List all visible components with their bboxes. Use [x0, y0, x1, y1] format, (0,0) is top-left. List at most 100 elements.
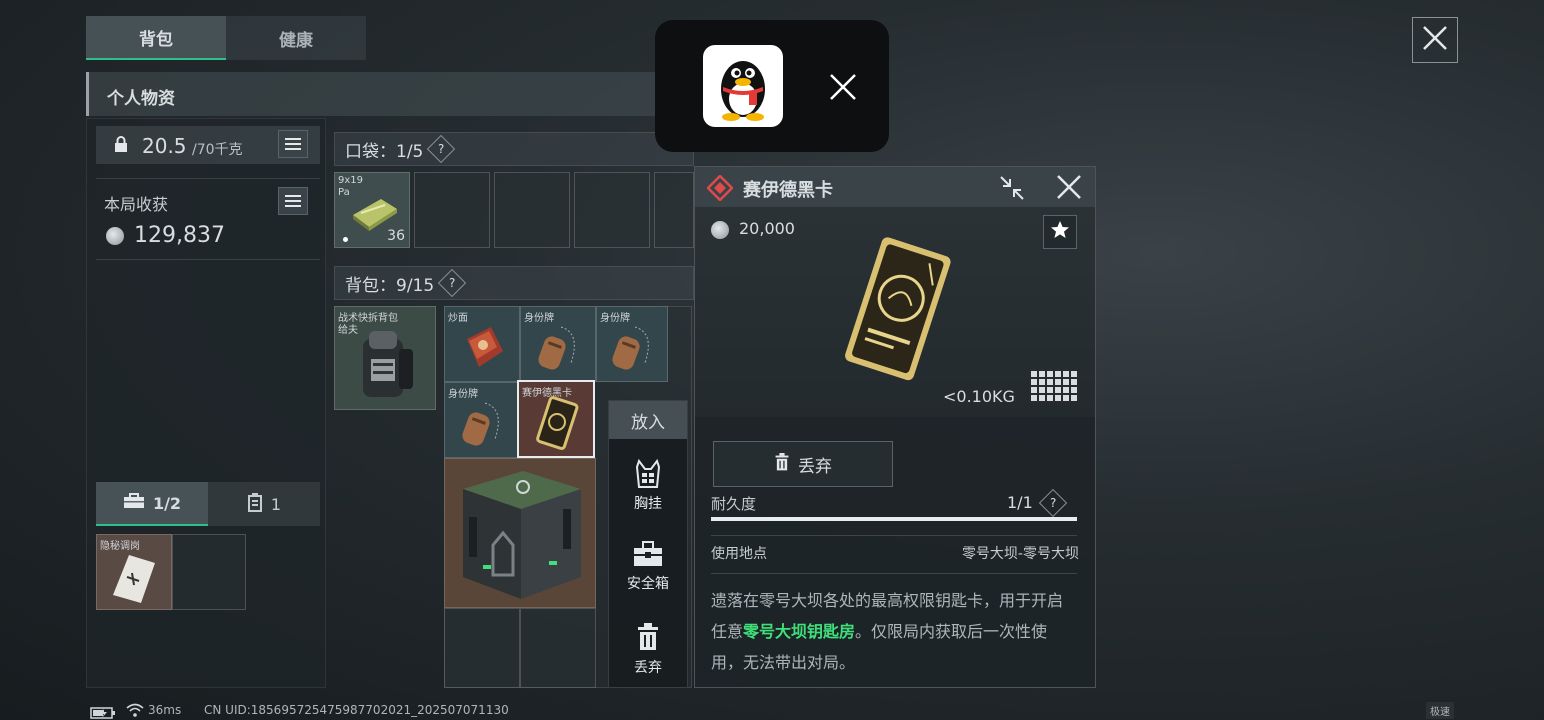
detail-title: 赛伊德黑卡	[743, 180, 833, 201]
detail-coin-icon	[711, 221, 729, 239]
pocket-item-label-1: 9x19	[338, 175, 364, 186]
share-popup	[655, 20, 889, 152]
detail-discard-button[interactable]: 丢弃	[713, 441, 893, 487]
durability-bar-fill	[711, 517, 1077, 521]
durability-help-label: ?	[1049, 496, 1057, 510]
pocket-slot-5[interactable]	[654, 172, 694, 248]
pocket-slot-3[interactable]	[494, 172, 570, 248]
item-dog-tag-2-label: 身份牌	[600, 313, 630, 324]
context-option-vest-label: 胸挂	[634, 496, 662, 512]
safebox-item-label: 隐秘调岗	[100, 541, 140, 552]
trash-icon	[774, 453, 790, 475]
pocket-help-button[interactable]: ?	[427, 134, 456, 164]
detail-preview: 20,000 <0.10KG	[695, 207, 1095, 417]
detail-divider-1	[711, 535, 1077, 536]
item-dog-tag-1[interactable]: 身份牌	[520, 306, 596, 382]
harvest-block: 本局收获 129,837	[96, 178, 320, 260]
backpack-label: 背包：9/15	[345, 275, 435, 296]
collapse-icon[interactable]	[999, 175, 1025, 205]
weight-current: 20.5	[142, 134, 187, 158]
tab-backpack[interactable]: 背包	[86, 16, 226, 60]
safebox-tab-canister-label: 1	[270, 494, 282, 514]
briefcase-icon	[123, 493, 145, 513]
dog-tag-icon	[605, 323, 661, 377]
coin-icon	[106, 227, 124, 245]
safebox-tab-bar: 1/2 1	[96, 482, 320, 526]
pocket-slot-2[interactable]	[414, 172, 490, 248]
detail-divider-2	[711, 573, 1077, 574]
detail-discard-label: 丢弃	[798, 456, 832, 477]
item-black-card-selected[interactable]: 赛伊德黑卡	[517, 380, 595, 458]
durability-label: 耐久度	[711, 495, 757, 513]
detail-close-icon[interactable]	[1055, 173, 1083, 205]
context-option-discard[interactable]: 丢弃	[609, 623, 687, 677]
pocket-header: 口袋：1/5 ?	[334, 132, 694, 166]
close-icon	[1422, 25, 1448, 55]
durability-value: 1/1	[1007, 493, 1033, 512]
safebox-tab-canister[interactable]: 1	[208, 482, 320, 526]
tab-backpack-label: 背包	[139, 29, 173, 50]
pocket-item-count: 36	[387, 228, 405, 244]
backpack-equipped-slot[interactable]: 战术快拆背包 给夫	[334, 306, 436, 410]
rarity-diamond-icon	[706, 174, 734, 205]
harvest-label: 本局收获	[104, 195, 169, 214]
description-highlight[interactable]: 零号大坝钥匙房	[743, 622, 855, 641]
canister-icon	[247, 492, 263, 516]
item-supply-crate[interactable]	[444, 458, 596, 608]
item-dog-tag-2[interactable]: 身份牌	[596, 306, 668, 382]
size-grid-icon	[1031, 371, 1077, 407]
detail-price: 20,000	[739, 219, 795, 238]
status-bar: 36ms CN UID:185695725475987702021_202507…	[0, 700, 1544, 720]
backpack-header: 背包：9/15 ?	[334, 266, 694, 300]
vest-icon	[635, 458, 661, 493]
tab-health-label: 健康	[279, 30, 313, 51]
backpack-empty-slot-1[interactable]	[444, 608, 520, 688]
document-icon	[111, 553, 157, 609]
pocket-slot-ammo[interactable]: 9x19 Pa 36	[334, 172, 410, 248]
weight-list-button[interactable]	[278, 130, 308, 158]
durability-help-button[interactable]: ?	[1038, 488, 1068, 518]
uid-text: CN UID:185695725475987702021_20250707113…	[204, 703, 509, 717]
dog-tag-icon	[531, 323, 587, 377]
context-menu-header: 放入	[609, 401, 687, 439]
pocket-slot-4[interactable]	[574, 172, 650, 248]
share-close-icon[interactable]	[829, 73, 857, 105]
harvest-list-button[interactable]	[278, 187, 308, 215]
pocket-help-label: ?	[438, 142, 445, 156]
favorite-star-button[interactable]	[1043, 215, 1077, 249]
item-fried-noodles[interactable]: 炒面	[444, 306, 520, 382]
tab-health[interactable]: 健康	[226, 16, 366, 60]
item-dog-tag-3-label: 身份牌	[448, 389, 478, 400]
backpack-empty-slot-2[interactable]	[520, 608, 596, 688]
backpack-help-label: ?	[449, 276, 456, 290]
battery-icon	[90, 704, 116, 720]
backpack-help-button[interactable]: ?	[438, 268, 467, 298]
item-dog-tag-1-label: 身份牌	[524, 313, 554, 324]
star-icon	[1050, 220, 1070, 244]
context-menu: 放入 胸挂 安全箱 丢弃	[608, 400, 688, 688]
backpack-icon	[349, 325, 425, 409]
crate-icon	[453, 465, 589, 609]
safebox-tab-briefcase[interactable]: 1/2	[96, 482, 208, 526]
item-detail-panel: 赛伊德黑卡 20,000 <0.10KG 丢弃 耐久度 1/1 ? 使用地点 零…	[694, 166, 1096, 688]
close-button[interactable]	[1412, 17, 1458, 63]
ping-value: 36ms	[148, 703, 182, 717]
dog-tag-icon	[455, 399, 511, 453]
pocket-item-label-2: Pa	[338, 187, 350, 198]
safebox-item-slot[interactable]: 隐秘调岗	[96, 534, 172, 610]
durability-bar-track	[711, 517, 1077, 521]
speed-badge: 极速	[1426, 702, 1454, 719]
weight-row: 20.5 /70千克	[96, 126, 320, 164]
qq-share-button[interactable]	[703, 45, 783, 127]
qq-penguin-icon	[711, 51, 775, 125]
harvest-value: 129,837	[134, 223, 225, 248]
safebox-empty-slot[interactable]	[172, 534, 246, 610]
detail-weight: <0.10KG	[943, 387, 1015, 406]
context-option-safebox-label: 安全箱	[627, 576, 669, 592]
detail-header: 赛伊德黑卡	[695, 167, 1095, 207]
section-title: 个人物资	[107, 89, 175, 109]
item-dog-tag-3[interactable]: 身份牌	[444, 382, 520, 458]
context-option-safebox[interactable]: 安全箱	[609, 541, 687, 593]
top-tab-bar: 背包 健康	[86, 16, 366, 60]
context-option-vest[interactable]: 胸挂	[609, 458, 687, 513]
